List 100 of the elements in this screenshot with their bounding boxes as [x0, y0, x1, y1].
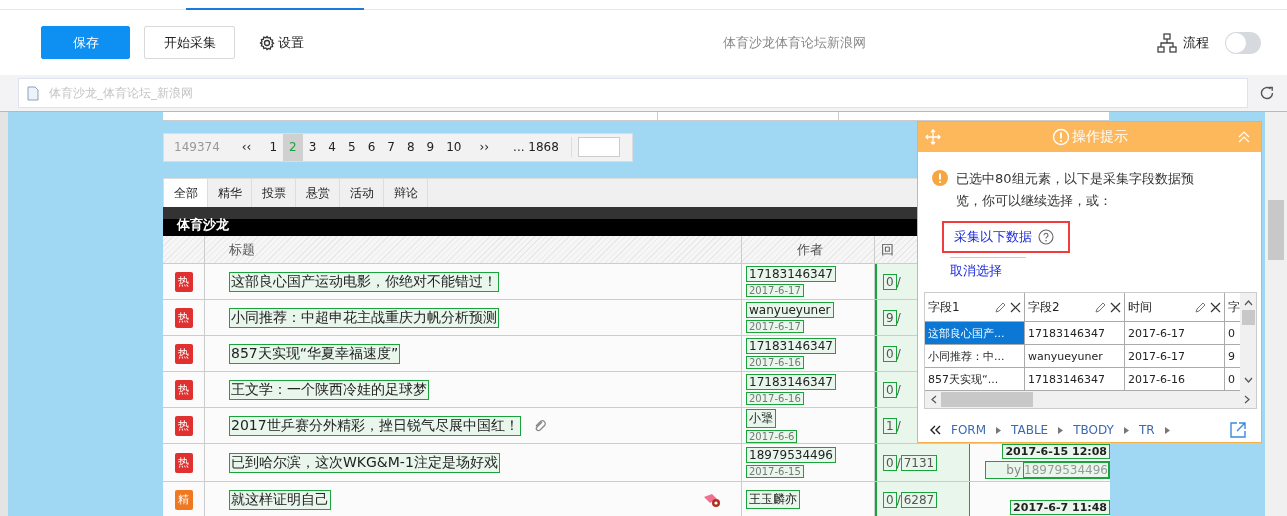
page-link[interactable]: 8 — [400, 133, 421, 161]
page-link[interactable]: 4 — [322, 133, 342, 161]
separator-text: / — [896, 418, 901, 433]
thread-title[interactable]: 2017世乒赛分外精彩，挫日锐气尽展中国红！ — [229, 415, 521, 436]
start-button[interactable]: 开始采集 — [144, 26, 235, 59]
filter-tab[interactable]: 全部 — [164, 178, 208, 207]
author-name[interactable]: 小犟 — [746, 408, 776, 428]
settings-button[interactable]: 设置 — [259, 33, 304, 52]
last-page-link[interactable]: ... 1868 — [501, 133, 565, 161]
scrollbar[interactable] — [1240, 293, 1256, 391]
view-count: 7131 — [900, 454, 938, 471]
back-icon — [930, 425, 941, 435]
column-header: 作者 — [742, 235, 875, 264]
preview-cell: 2017-6-17 — [1125, 345, 1225, 368]
refresh-icon — [1259, 85, 1275, 101]
caret-icon — [1164, 426, 1170, 434]
next-link[interactable]: ›› — [467, 133, 502, 161]
close-icon — [1110, 301, 1121, 313]
alert-icon — [1051, 128, 1070, 146]
thread-row[interactable]: 热 已到哈尔滨，这次WKG&M-1注定是场好戏 18979534496 2017-6-15 0 / 7131 2017-6-15 12:08 by 18979534496 — [163, 444, 1110, 483]
scroll-thumb[interactable] — [1241, 310, 1255, 325]
author-name[interactable]: wanyueyuner — [746, 302, 834, 319]
help-icon — [1038, 229, 1054, 245]
hot-badge: 热 — [174, 415, 193, 436]
separator-text: / — [896, 274, 901, 289]
thread-title[interactable]: 小同推荐：中超申花主战重庆力帆分析预测 — [229, 307, 499, 328]
thread-row[interactable]: 精 就这样证明自己 王玉麟亦 0 / 6287 2017-6-7 11:48 — [163, 482, 1110, 516]
scroll-thumb[interactable] — [941, 392, 1033, 407]
hot-badge: 热 — [174, 307, 193, 328]
page-link[interactable]: 9 — [420, 133, 441, 161]
post-date: 2017-6-17 — [746, 284, 804, 298]
page-link[interactable]: 5 — [342, 133, 362, 161]
preview-cell: wanyueyuner — [1025, 345, 1125, 368]
scroll-thumb[interactable] — [1268, 200, 1284, 260]
post-date: 2017-6-6 — [746, 429, 798, 443]
page-link[interactable]: 6 — [361, 133, 382, 161]
cancel-link[interactable]: 取消选择 — [950, 263, 1002, 278]
author-name[interactable]: 17183146347 — [746, 338, 836, 355]
separator-text: / — [896, 346, 901, 361]
breadcrumb-item[interactable]: FORM — [951, 423, 987, 437]
filter-tab[interactable]: 悬赏 — [296, 178, 340, 207]
separator-text: / — [896, 382, 901, 397]
preview-cell: 17183146347 — [1025, 322, 1125, 345]
panel-title: 操作提示 — [1071, 128, 1128, 146]
breadcrumb-item[interactable]: TABLE — [1011, 423, 1049, 437]
move-icon — [924, 128, 942, 146]
post-date: 2017-6-16 — [746, 356, 804, 370]
page-icon — [27, 85, 39, 101]
post-date: 2017-6-17 — [746, 320, 804, 334]
hot-badge: 热 — [174, 343, 193, 364]
thread-title[interactable]: 这部良心国产运动电影，你绝对不能错过！ — [229, 271, 499, 292]
digest-badge: 精 — [174, 489, 193, 510]
warning-icon — [932, 170, 948, 186]
post-date: 2017-6-16 — [746, 392, 804, 406]
author-name[interactable]: 18979534496 — [746, 447, 836, 464]
forum-title: 体育沙龙 — [177, 215, 229, 234]
page-link[interactable]: 3 — [302, 133, 323, 161]
thread-title[interactable]: 王文学：一个陕西冷娃的足球梦 — [229, 379, 429, 400]
flow-toggle[interactable] — [1225, 31, 1261, 54]
by-label: by — [1006, 463, 1021, 478]
reply-count: 0 — [883, 381, 897, 398]
filter-tab[interactable]: 活动 — [340, 178, 384, 207]
author-name[interactable]: 17183146347 — [746, 266, 836, 283]
edit-icon — [1194, 300, 1207, 314]
reply-count: 0 — [883, 273, 897, 290]
preview-cell: 2017-6-17 — [1125, 322, 1225, 345]
scrollbar[interactable] — [1265, 112, 1287, 516]
settings-icon — [259, 34, 275, 51]
close-icon — [1010, 301, 1021, 313]
reply-count: 0 — [883, 491, 897, 508]
field-header: 字 — [1228, 298, 1240, 316]
filter-tab[interactable]: 投票 — [252, 178, 296, 207]
view-count: 6287 — [900, 491, 938, 508]
thread-title[interactable]: 已到哈尔滨，这次WKG&M-1注定是场好戏 — [229, 452, 500, 473]
separator-text: / — [896, 455, 901, 470]
page-link[interactable]: 7 — [381, 133, 401, 161]
thread-title[interactable]: 857天实现“华夏幸福速度” — [229, 343, 401, 364]
author-name[interactable]: 王玉麟亦 — [746, 490, 800, 509]
edit-icon — [994, 300, 1007, 314]
page-link[interactable]: 1 — [263, 133, 284, 161]
caret-icon — [996, 426, 1002, 434]
filter-tab[interactable]: 辩论 — [384, 178, 428, 207]
flowchart-icon — [1157, 32, 1177, 53]
author-name[interactable]: 17183146347 — [746, 374, 836, 391]
reply-count: 9 — [883, 309, 897, 326]
caret-icon — [1123, 426, 1129, 434]
breadcrumb-item[interactable]: TR — [1138, 423, 1155, 437]
reply-count: 0 — [883, 345, 897, 362]
reward-icon — [703, 492, 721, 507]
post-date: 2017-6-15 — [746, 465, 804, 479]
open-external-icon — [1229, 421, 1247, 439]
thread-title[interactable]: 就这样证明自己 — [229, 489, 331, 510]
filter-tab[interactable]: 精华 — [208, 178, 252, 207]
page-title: 体育沙龙体育论坛新浪网 — [721, 33, 867, 52]
column-header: 标题 — [205, 235, 742, 264]
scrollbar[interactable] — [925, 391, 1256, 408]
page-input[interactable] — [577, 137, 620, 158]
caret-icon — [1058, 426, 1064, 434]
page-link[interactable]: 10 — [440, 133, 468, 161]
previous-link[interactable]: ‹‹ — [229, 133, 264, 161]
